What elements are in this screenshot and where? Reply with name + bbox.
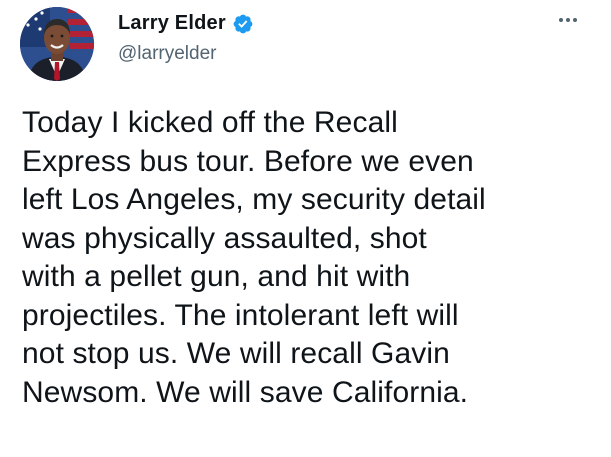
more-dot — [573, 18, 577, 22]
more-dot — [559, 18, 563, 22]
tweet-text: Today I kicked off the Recall Express bu… — [22, 106, 486, 409]
author-display-name[interactable]: Larry Elder — [118, 12, 226, 35]
more-dot — [566, 18, 570, 22]
author-name-row[interactable]: Larry Elder — [118, 12, 254, 35]
verified-badge-icon — [232, 13, 254, 35]
author-handle[interactable]: @larryelder — [118, 43, 216, 65]
avatar-image — [20, 7, 94, 81]
tweet-card: Larry Elder @larryelder Today I kicked o… — [0, 0, 611, 457]
more-options-icon[interactable] — [553, 10, 583, 30]
avatar[interactable] — [20, 7, 94, 81]
